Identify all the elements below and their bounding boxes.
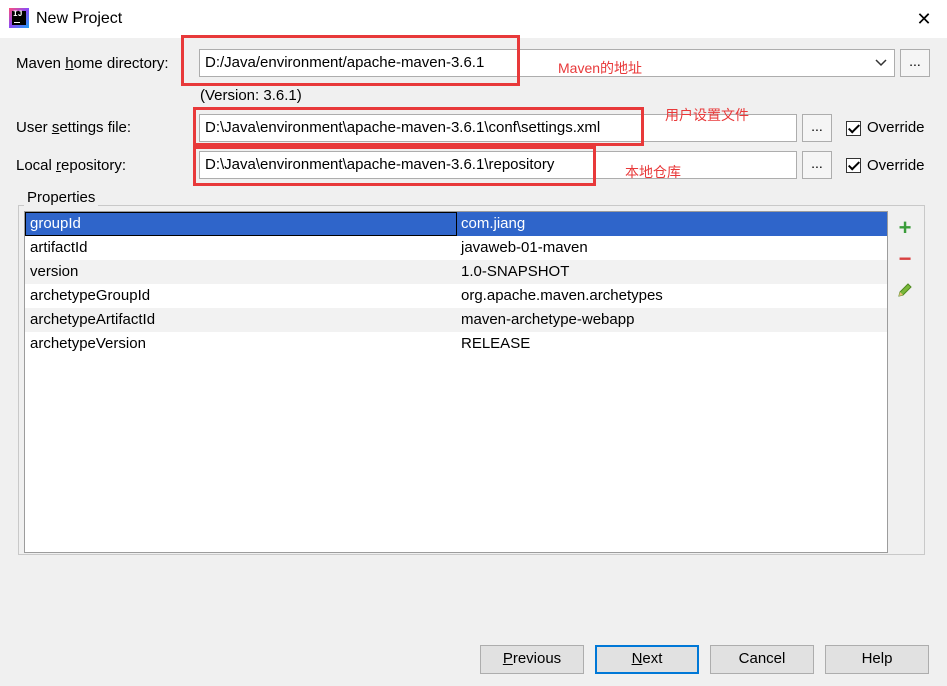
local-repo-override-checkbox[interactable] — [846, 158, 861, 173]
user-settings-label: User settings file: — [16, 119, 132, 136]
property-value: RELEASE — [461, 335, 531, 352]
properties-title: Properties — [24, 189, 99, 206]
intellij-idea-icon: IJ — [9, 8, 29, 28]
close-icon[interactable]: ✕ — [909, 4, 939, 34]
property-key: archetypeVersion — [30, 335, 146, 352]
property-value: maven-archetype-webapp — [461, 311, 635, 328]
property-value: org.apache.maven.archetypes — [461, 287, 663, 304]
user-settings-override-checkbox[interactable] — [846, 121, 861, 136]
next-button[interactable]: Next — [595, 645, 699, 674]
property-key: groupId — [30, 215, 81, 232]
property-key: artifactId — [30, 239, 88, 256]
annotation-local-repo: 本地仓库 — [625, 164, 681, 180]
maven-home-label: Maven home directory: — [16, 55, 169, 72]
table-row[interactable]: version 1.0-SNAPSHOT — [25, 260, 887, 284]
chevron-down-icon[interactable] — [874, 50, 888, 76]
local-repo-browse-button[interactable]: ... — [802, 151, 832, 179]
table-row[interactable]: artifactId javaweb-01-maven — [25, 236, 887, 260]
property-value: 1.0-SNAPSHOT — [461, 263, 570, 280]
selected-key-cell[interactable] — [25, 212, 457, 236]
table-row[interactable]: archetypeVersion RELEASE — [25, 332, 887, 356]
annotation-box-local-repo — [193, 146, 596, 186]
table-row[interactable]: archetypeArtifactId maven-archetype-weba… — [25, 308, 887, 332]
user-settings-browse-button[interactable]: ... — [802, 114, 832, 142]
annotation-box-maven-home — [181, 35, 520, 86]
edit-icon[interactable] — [893, 281, 917, 305]
table-row[interactable]: archetypeGroupId org.apache.maven.archet… — [25, 284, 887, 308]
user-settings-override-label: Override — [867, 119, 925, 136]
properties-table[interactable]: groupId com.jiang artifactId javaweb-01-… — [24, 211, 888, 553]
app-icon-text: IJ — [13, 10, 23, 19]
property-key: archetypeArtifactId — [30, 311, 156, 328]
maven-version-text: (Version: 3.6.1) — [200, 87, 302, 104]
property-value: com.jiang — [461, 215, 526, 232]
cancel-button[interactable]: Cancel — [710, 645, 814, 674]
local-repo-label: Local repository: — [16, 157, 127, 174]
window-title: New Project — [36, 10, 123, 27]
maven-home-browse-button[interactable]: ... — [900, 49, 930, 77]
property-key: version — [30, 263, 79, 280]
property-key: archetypeGroupId — [30, 287, 151, 304]
table-row[interactable]: groupId com.jiang — [25, 212, 887, 236]
local-repo-override-label: Override — [867, 157, 925, 174]
previous-button[interactable]: Previous — [480, 645, 584, 674]
annotation-maven-home: Maven的地址 — [558, 60, 643, 76]
title-bar: IJ New Project ✕ — [0, 0, 947, 38]
remove-icon[interactable]: − — [893, 247, 917, 271]
help-button[interactable]: Help — [825, 645, 929, 674]
annotation-user-settings: 用户设置文件 — [665, 107, 749, 123]
property-value: javaweb-01-maven — [461, 239, 588, 256]
add-icon[interactable]: + — [893, 216, 917, 240]
annotation-box-user-settings — [193, 107, 644, 146]
